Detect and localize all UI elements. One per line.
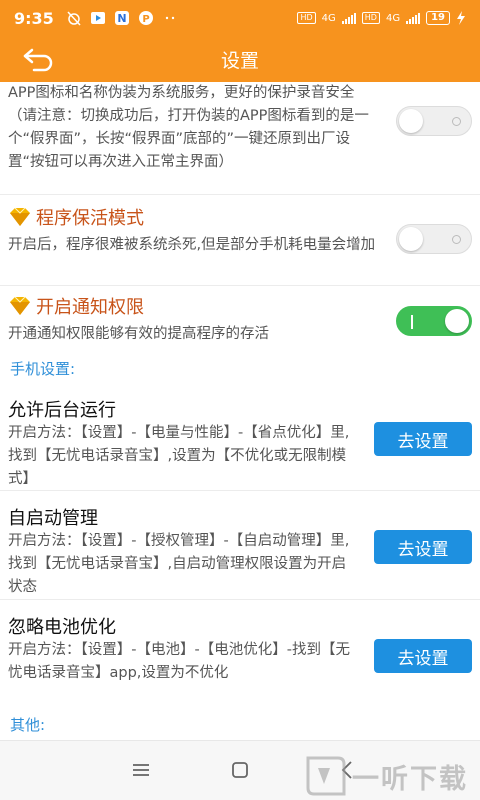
alarm-off-icon <box>67 11 81 26</box>
svg-text:P: P <box>142 14 149 25</box>
video-app-icon <box>90 12 105 24</box>
notification-toggle[interactable] <box>396 306 472 336</box>
notification-row: 开启通知权限 开通通知权限能够有效的提高程序的存活 <box>0 287 480 351</box>
setting-item-autostart: 自启动管理 开启方法：【设置】-【授权管理】-【自启动管理】里,找到【无忧电话录… <box>0 492 480 600</box>
keep-alive-toggle[interactable] <box>396 224 472 254</box>
battery-go-settings-button[interactable]: 去设置 <box>374 639 472 673</box>
hd-icon: HD <box>297 12 316 24</box>
app-bar: 设置 <box>0 36 480 82</box>
notification-title: 开启通知权限 <box>8 291 144 321</box>
notification-title-text: 开启通知权限 <box>36 297 144 318</box>
toggle-off-icon <box>452 117 461 126</box>
notification-description: 开通通知权限能够有效的提高程序的存活 <box>8 326 269 342</box>
svg-text:N: N <box>117 12 126 25</box>
autostart-go-settings-button[interactable]: 去设置 <box>374 530 472 564</box>
phone-settings-section-label: 手机设置: <box>10 360 76 378</box>
disguise-description: APP图标和名称伪装为系统服务，更好的保护录音安全（请注意：切换成功后，打开伪装… <box>8 85 369 170</box>
toggle-knob <box>399 109 423 133</box>
charging-icon <box>457 11 465 25</box>
status-right: HD 4G HD 4G 19 <box>297 11 466 25</box>
keep-alive-title: 程序保活模式 <box>8 202 144 232</box>
keep-alive-row: 程序保活模式 开启后，程序很难被系统杀死,但是部分手机耗电量会增加 <box>0 196 480 286</box>
signal-type-2: 4G <box>385 12 401 24</box>
toggle-off-icon <box>452 235 461 244</box>
autostart-description: 开启方法：【设置】-【授权管理】-【自启动管理】里,找到【无忧电话录音宝】,自启… <box>8 533 350 595</box>
toggle-knob <box>445 309 469 333</box>
watermark: 一听下载 <box>304 754 468 798</box>
page-title: 设置 <box>220 49 259 72</box>
disguise-row: APP图标和名称伪装为系统服务，更好的保护录音安全（请注意：切换成功后，打开伪装… <box>0 82 480 195</box>
n-app-icon: N <box>114 11 129 25</box>
setting-item-battery: 忽略电池优化 开启方法：【设置】-【电池】-【电池优化】-找到【无忧电话录音宝】… <box>0 601 480 709</box>
system-nav-bar: 一听下载 <box>0 740 480 800</box>
more-dots-icon <box>165 16 174 20</box>
diamond-icon <box>10 296 30 315</box>
back-arrow-icon[interactable] <box>22 46 56 72</box>
setting-item-background: 允许后台运行 开启方法：【设置】-【电量与性能】-【省点优化】里,找到【无忧电话… <box>0 384 480 491</box>
p-app-icon: P <box>138 11 153 25</box>
signal-bars-icon-2 <box>406 12 421 24</box>
status-time: 9:35 <box>14 8 54 28</box>
background-description: 开启方法：【设置】-【电量与性能】-【省点优化】里,找到【无忧电话录音宝】,设置… <box>8 425 350 487</box>
battery-title: 忽略电池优化 <box>8 617 116 638</box>
diamond-icon <box>10 207 30 226</box>
autostart-title: 自启动管理 <box>8 508 98 529</box>
background-title: 允许后台运行 <box>8 400 116 421</box>
toggle-knob <box>399 227 423 251</box>
signal-type-1: 4G <box>321 12 336 24</box>
background-go-settings-button[interactable]: 去设置 <box>374 422 472 456</box>
settings-list: APP图标和名称伪装为系统服务，更好的保护录音安全（请注意：切换成功后，打开伪装… <box>0 82 480 740</box>
battery-description: 开启方法：【设置】-【电池】-【电池优化】-找到【无忧电话录音宝】app,设置为… <box>8 642 350 681</box>
watermark-logo-icon <box>306 756 346 796</box>
watermark-text: 一听下载 <box>352 763 468 795</box>
battery-icon: 19 <box>426 11 450 25</box>
disguise-toggle[interactable] <box>396 106 472 136</box>
home-icon[interactable] <box>225 755 255 785</box>
hd-icon-2: HD <box>361 12 380 24</box>
signal-bars-icon <box>341 12 356 24</box>
keep-alive-description: 开启后，程序很难被系统杀死,但是部分手机耗电量会增加 <box>8 237 376 253</box>
menu-icon[interactable] <box>126 755 156 785</box>
keep-alive-title-text: 程序保活模式 <box>36 208 144 229</box>
status-bar: 9:35 N P HD 4G HD 4G 19 <box>0 0 480 36</box>
other-section-label: 其他: <box>10 716 46 734</box>
toggle-on-icon <box>411 315 413 329</box>
